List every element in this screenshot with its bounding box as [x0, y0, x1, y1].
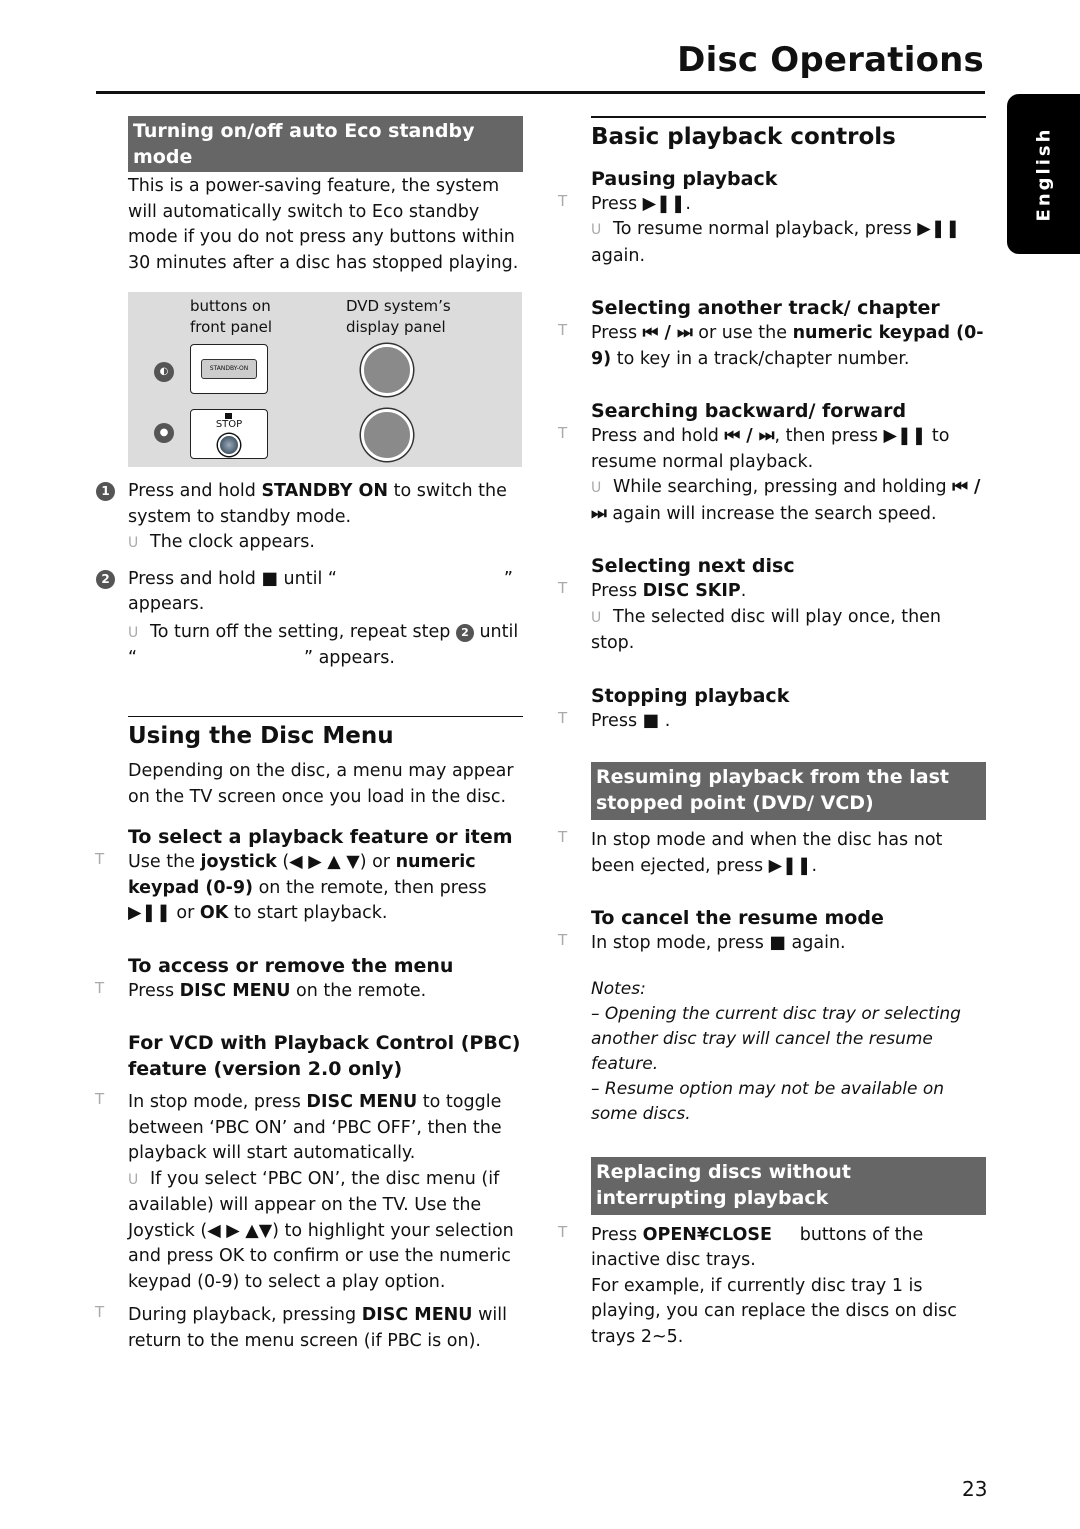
disc-menu-title: Using the Disc Menu	[128, 723, 394, 749]
display-indicator-2	[361, 409, 413, 461]
replace-example: For example, if currently disc tray 1 is…	[591, 1275, 957, 1347]
pbc-bullet-2: T During playback, pressing DISC MENU wi…	[95, 1303, 507, 1351]
basic-playback-title: Basic playback controls	[591, 123, 896, 150]
stop-bullet: T Press ■ .	[558, 708, 671, 731]
step-number-2-inline: 2	[455, 623, 474, 642]
standby-on-key: STANDBY ON	[261, 481, 389, 501]
search-bullet: T Press and hold ⏮ / ⏭, then press ▶❚❚ t…	[558, 424, 981, 524]
play-pause-icon: ▶❚❚	[768, 855, 812, 876]
cancel-resume-heading: To cancel the resume mode	[591, 907, 884, 929]
play-pause-icon: ▶❚❚	[883, 426, 927, 446]
replace-discs-heading: Replacing discs without interrupting pla…	[591, 1156, 986, 1215]
eco-standby-heading: Turning on/off auto Eco standby mode	[128, 116, 523, 172]
result-arrow-icon: U	[128, 1171, 139, 1188]
step-number-2: 2	[96, 569, 115, 589]
access-menu-heading: To access or remove the menu	[128, 954, 454, 977]
left-column: Turning on/off auto Eco standby mode Thi…	[95, 116, 523, 1354]
result-arrow-icon: U	[591, 222, 602, 238]
bullet-icon: T	[558, 579, 568, 597]
access-menu-bullet: T Press DISC MENU on the remote.	[95, 978, 427, 1001]
page-number: 23	[962, 1477, 988, 1501]
prev-next-icon: ⏮ / ⏭	[642, 323, 693, 343]
diagram-label-front-panel: buttons on front panel	[190, 297, 273, 336]
eco-step-2: 2 Press and hold ■ until “ ” appears. UT…	[96, 567, 523, 672]
bullet-icon: T	[558, 828, 568, 846]
bullet-icon: T	[558, 321, 568, 339]
standby-on-label: STANDBY-ON	[201, 359, 257, 379]
stop-label: STOP	[215, 419, 243, 430]
stop-icon: ■	[642, 710, 660, 731]
eco-standby-intro: This is a power-saving feature, the syst…	[128, 176, 519, 273]
right-column: Basic playback controls Pausing playback…	[558, 116, 986, 1351]
result-arrow-icon: U	[128, 624, 139, 641]
bullet-icon: T	[558, 424, 568, 442]
bullet-icon: T	[558, 191, 568, 210]
next-disc-heading: Selecting next disc	[591, 555, 795, 577]
search-heading: Searching backward/ forward	[591, 400, 907, 422]
track-bullet: T Press ⏮ / ⏭ or use the numeric keypad …	[558, 321, 984, 369]
resume-bullet: T In stop mode and when the disc has not…	[558, 828, 943, 876]
section-rule	[591, 116, 986, 118]
select-feature-bullet: T Use the joystick (◀ ▶ ▲ ▼) or numeric …	[95, 850, 487, 923]
notes-label: Notes:	[591, 978, 646, 999]
language-tab: English	[1007, 94, 1080, 254]
result-arrow-icon: U	[591, 480, 602, 496]
eco-step-1: 1 Press and hold STANDBY ON to switch th…	[96, 479, 523, 557]
play-pause-icon: ▶❚❚	[642, 193, 686, 214]
bullet-icon: T	[558, 708, 568, 727]
title-rule	[96, 91, 985, 94]
cancel-resume-bullet: T In stop mode, press ■ again.	[558, 931, 846, 953]
bullet-icon: T	[95, 850, 105, 868]
stop-button[interactable]: STOP	[190, 409, 268, 459]
next-disc-bullet: T Press DISC SKIP. U The selected disc wi…	[558, 579, 942, 653]
pausing-bullet: T Press ▶❚❚. U To resume normal playback,…	[558, 191, 961, 266]
pbc-heading: For VCD with Playback Control (PBC) feat…	[128, 1032, 521, 1080]
pausing-heading: Pausing playback	[591, 167, 778, 190]
select-feature-heading: To select a playback feature or item	[128, 826, 513, 848]
standby-on-button[interactable]: STANDBY-ON	[190, 344, 268, 394]
diagram-label-display-panel: DVD system’s display panel	[346, 297, 451, 336]
bullet-icon: T	[558, 1222, 568, 1241]
front-panel-diagram: buttons on front panel DVD system’s disp…	[128, 292, 522, 467]
stop-heading: Stopping playback	[591, 684, 790, 707]
page-title: Disc Operations	[677, 40, 984, 80]
stop-knob-icon	[218, 434, 240, 456]
prev-next-icon: ⏮ / ⏭	[724, 426, 775, 446]
stop-icon: ■	[261, 568, 278, 589]
resume-notes: Notes: – Opening the current disc tray o…	[591, 977, 986, 1127]
resume-heading: Resuming playback from the last stopped …	[591, 762, 986, 820]
display-indicator-1	[361, 344, 413, 396]
bullet-icon: T	[95, 978, 105, 997]
pbc-bullet-1: T In stop mode, press DISC MENU to toggl…	[95, 1090, 514, 1292]
disc-menu-intro: Depending on the disc, a menu may appear…	[128, 761, 514, 807]
replace-discs-bullet: T Press OPEN¥CLOSE buttons of the inacti…	[558, 1223, 986, 1351]
note-1: – Opening the current disc tray or selec…	[591, 1003, 961, 1074]
step-2-indicator-icon: ●	[154, 423, 174, 443]
step-number-1: 1	[96, 482, 115, 501]
result-arrow-icon: U	[591, 609, 602, 626]
note-2: – Resume option may not be available on …	[591, 1078, 945, 1124]
language-tab-label: English	[1033, 126, 1054, 222]
track-heading: Selecting another track/ chapter	[591, 297, 940, 319]
bullet-icon: T	[95, 1303, 105, 1321]
bullet-icon: T	[95, 1090, 105, 1108]
bullet-icon: T	[558, 931, 568, 949]
play-pause-icon: ▶❚❚	[128, 903, 171, 923]
section-rule	[128, 715, 523, 717]
result-arrow-icon: U	[128, 535, 139, 551]
stop-icon: ■	[769, 933, 786, 953]
play-pause-icon: ▶❚❚	[917, 219, 961, 239]
step-1-indicator-icon: ◐	[154, 362, 174, 382]
